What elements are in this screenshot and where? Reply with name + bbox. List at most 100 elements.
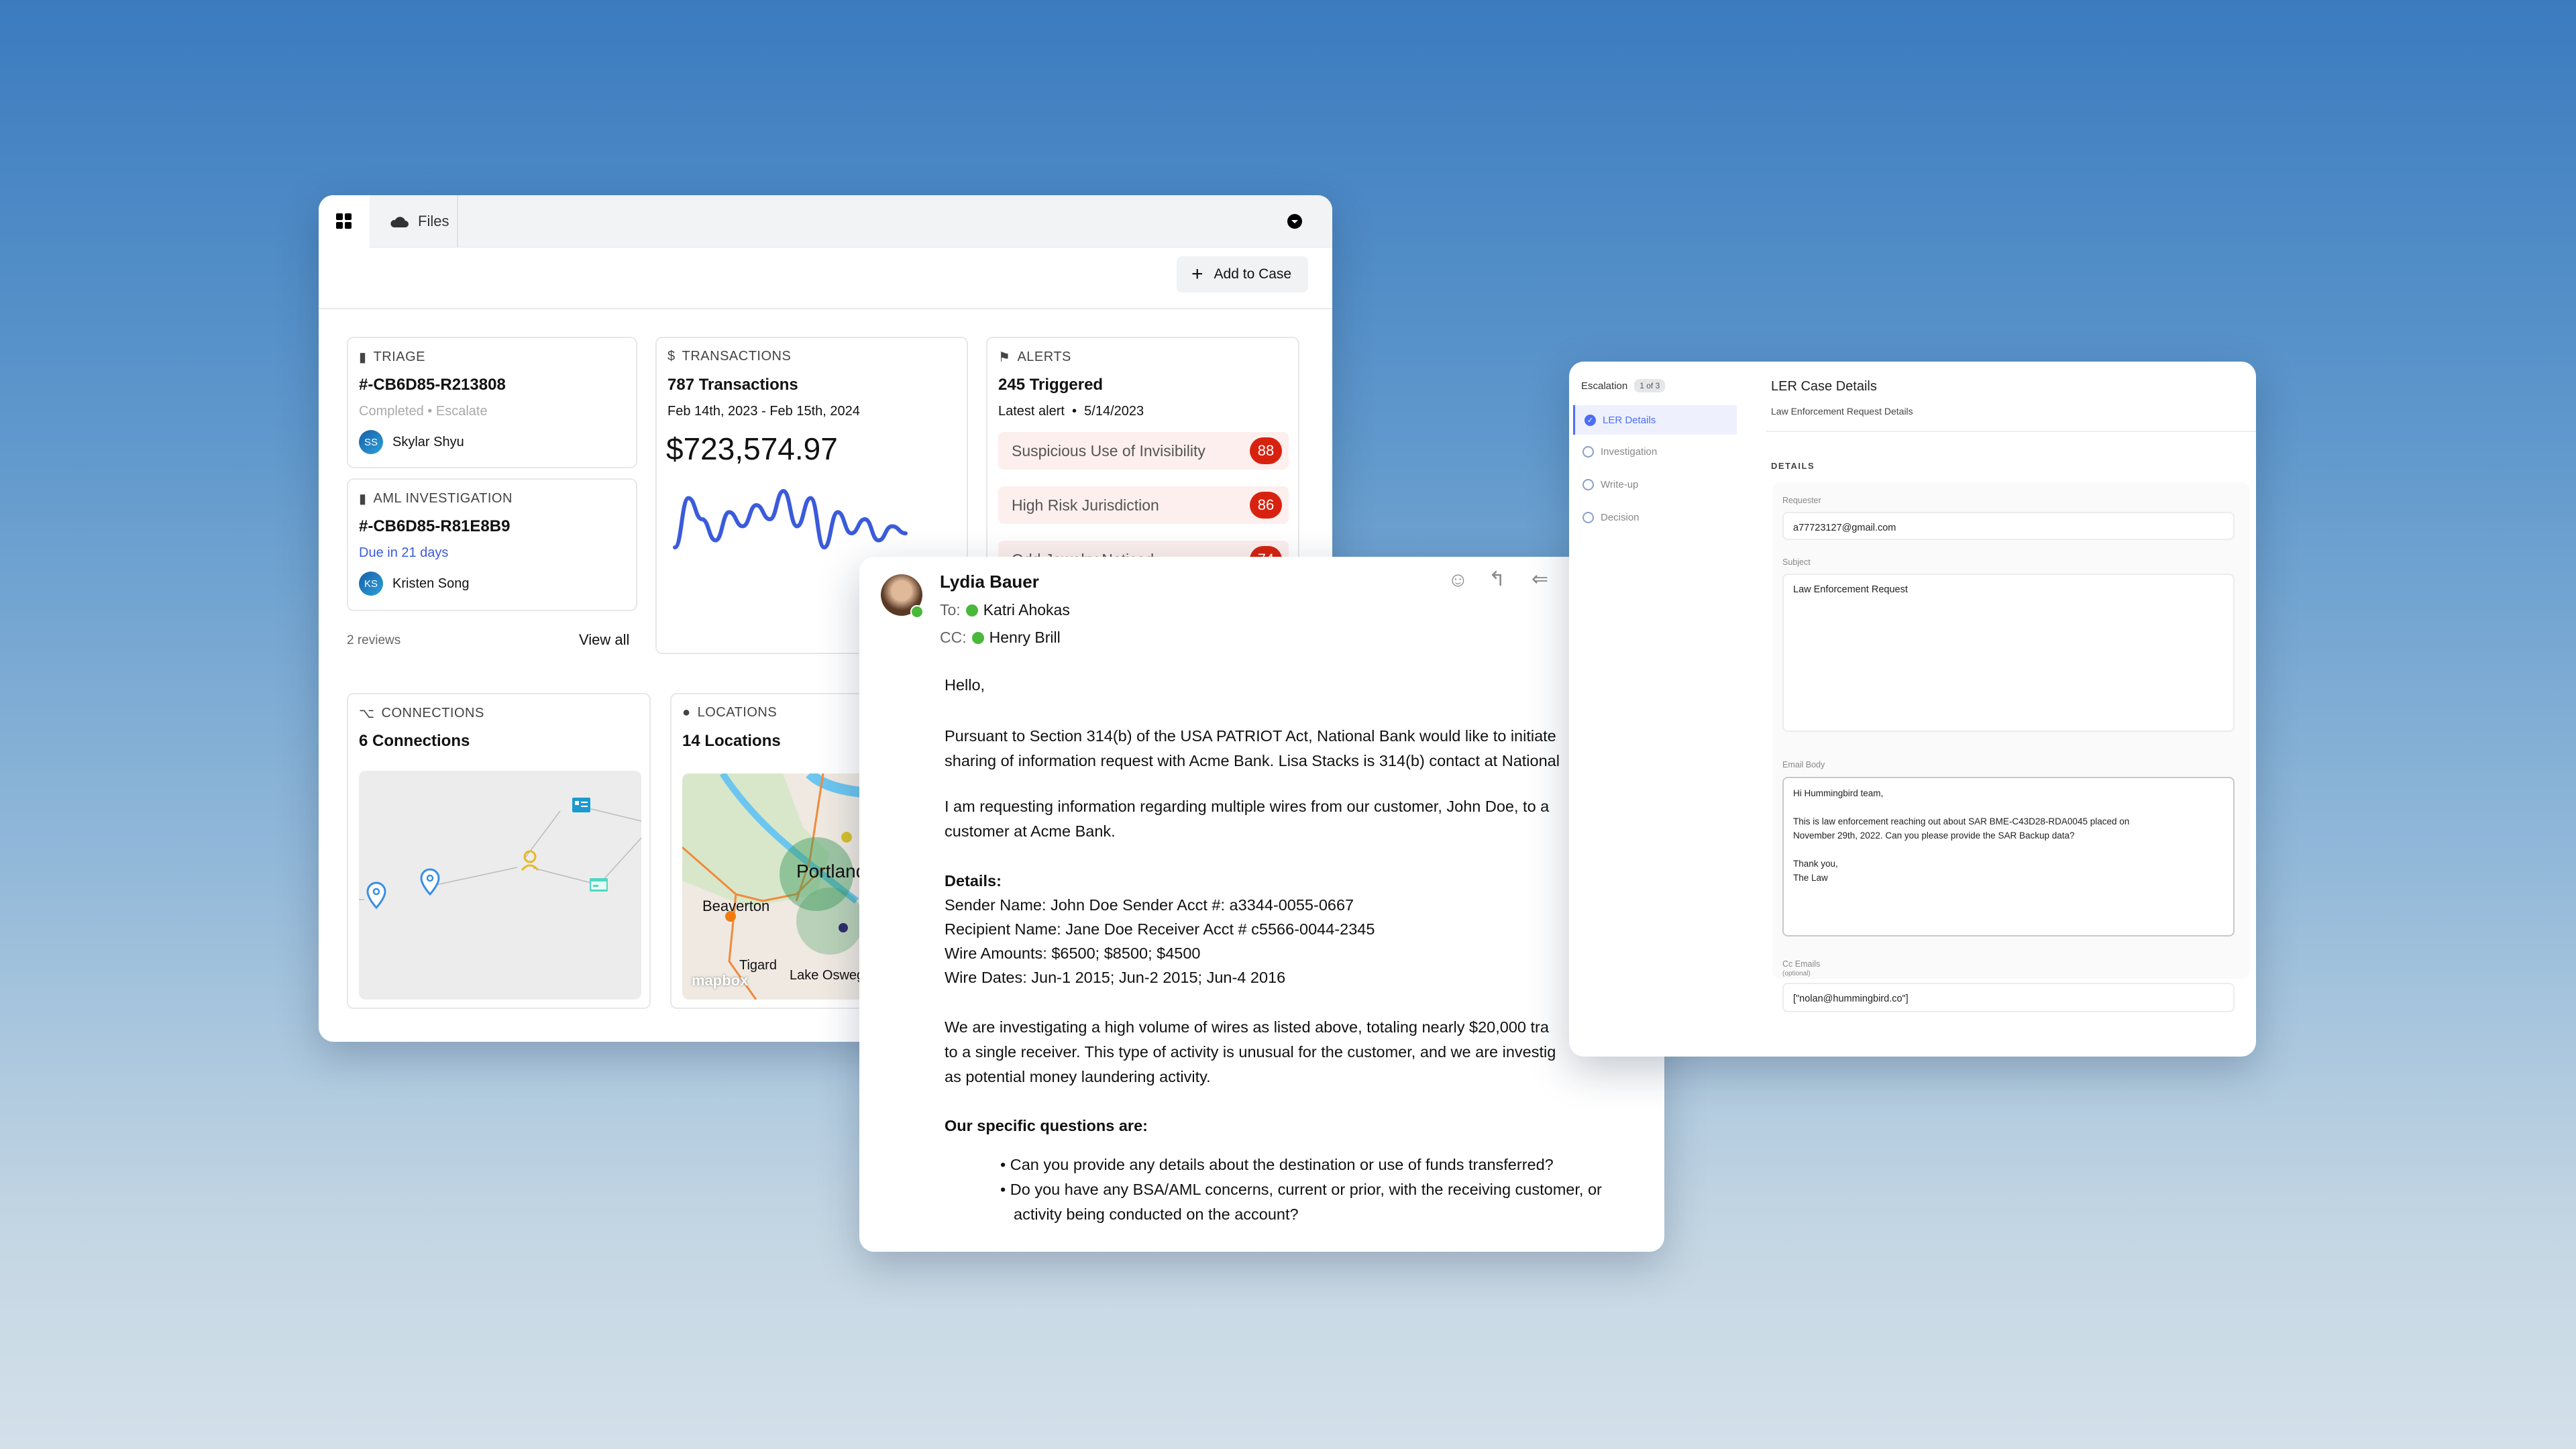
email-line: We are investigating a high volume of wi… [945, 1018, 1549, 1036]
email-line: Wire Amounts: $6500; $8500; $4500 [945, 945, 1201, 962]
email-line: customer at Acme Bank. [945, 822, 1116, 840]
email-line: Pursuant to Section 314(b) of the USA PA… [945, 727, 1556, 745]
email-line: Recipient Name: Jane Doe Receiver Acct #… [945, 920, 1375, 938]
tab-files[interactable]: Files [371, 195, 458, 248]
card-header: LOCATIONS [697, 705, 777, 720]
reply-all-icon[interactable]: ⇐ [1532, 568, 1548, 591]
ler-case-window: Escalation 1 of 3 ✓ LER Details Investigat… [1569, 362, 2256, 1057]
email-line: Sender Name: John Doe Sender Acct #: a33… [945, 896, 1354, 914]
dollar-icon: $ [667, 349, 676, 364]
triage-card[interactable]: ▮ TRIAGE #-CB6D85-R213808 Completed • Esc… [347, 337, 637, 468]
card-header: ALERTS [1017, 350, 1071, 364]
triage-status: Completed • Escalate [359, 404, 488, 419]
case-id[interactable]: #-CB6D85-R81E8B9 [359, 517, 510, 536]
tab-apps[interactable] [319, 195, 370, 248]
page-title: LER Case Details [1771, 379, 1877, 394]
avatar: KS [359, 572, 383, 596]
alert-item[interactable]: High Risk Jurisdiction 86 [998, 486, 1289, 524]
check-circle-icon: ✓ [1585, 414, 1596, 426]
map-label: Tigard [739, 958, 777, 973]
step-decision[interactable]: Decision [1573, 502, 1737, 532]
score-badge: 88 [1250, 437, 1282, 464]
step-ler-details[interactable]: ✓ LER Details [1573, 405, 1737, 435]
cloud-icon [390, 217, 409, 227]
credit-card-icon[interactable] [590, 878, 608, 892]
question-item: • Do you have any BSA/AML concerns, curr… [1000, 1181, 1602, 1198]
verified-icon [910, 605, 924, 619]
connections-count: 6 Connections [359, 732, 470, 750]
add-to-case-button[interactable]: + Add to Case [1177, 256, 1308, 292]
transaction-count: 787 Transactions [667, 376, 798, 394]
assignee: SS Skylar Shyu [359, 430, 464, 454]
add-to-case-label: Add to Case [1214, 266, 1292, 282]
card-header: TRIAGE [373, 350, 425, 364]
requester-label: Requester [1782, 496, 1821, 505]
email-body-label: Email Body [1782, 760, 1825, 769]
card-header: CONNECTIONS [381, 706, 484, 720]
cc-emails-label: Cc Emails [1782, 959, 1821, 969]
email-body-textarea[interactable]: Hi Hummingbird team, This is law enforce… [1782, 777, 2235, 936]
emoji-reaction-icon[interactable]: ☺ [1448, 569, 1468, 592]
avatar: SS [359, 430, 383, 454]
location-pin-icon: ● [682, 705, 691, 720]
email-line: Wire Dates: Jun-1 2015; Jun-2 2015; Jun-… [945, 969, 1286, 986]
connections-graph[interactable] [359, 771, 641, 1000]
step-count-badge: 1 of 3 [1634, 379, 1666, 392]
alert-count: 245 Triggered [998, 376, 1104, 394]
page-subtitle: Law Enforcement Request Details [1771, 406, 1913, 417]
mapbox-logo: mapbox [692, 972, 749, 989]
divider [1766, 431, 2256, 432]
step-investigation[interactable]: Investigation [1573, 437, 1737, 466]
verified-icon [971, 631, 984, 644]
connections-icon: ⌥ [359, 706, 375, 721]
assignee: KS Kristen Song [359, 572, 470, 596]
chevron-down-circle-icon[interactable] [1287, 213, 1303, 229]
subject-label: Subject [1782, 557, 1811, 567]
connections-card[interactable]: ⌥ CONNECTIONS 6 Connections [347, 693, 651, 1009]
to-recipients: To: Katri Ahokas [940, 601, 1070, 619]
requester-input[interactable]: a77723127@gmail.com [1782, 512, 2235, 540]
plus-icon: + [1191, 263, 1203, 285]
date-range: Feb 14th, 2023 - Feb 15th, 2024 [667, 404, 860, 419]
sparkline-path [673, 488, 908, 550]
questions-heading: Our specific questions are: [945, 1117, 1148, 1134]
latest-alert: Latest alert • 5/14/2023 [998, 404, 1144, 419]
email-line: I am requesting information regarding mu… [945, 798, 1550, 815]
score-badge: 86 [1250, 492, 1282, 519]
card-header: TRANSACTIONS [682, 349, 792, 364]
recipient[interactable]: Henry Brill [989, 629, 1061, 647]
circle-icon [1582, 478, 1594, 490]
grid-icon [336, 213, 352, 229]
tab-bar: Files [319, 195, 1332, 248]
document-icon: ▮ [359, 350, 367, 365]
recipient[interactable]: Katri Ahokas [983, 601, 1070, 619]
reply-icon[interactable]: ↰ [1489, 568, 1505, 591]
sender-name: Lydia Bauer [940, 572, 1039, 592]
map-label: Portland [796, 861, 867, 881]
aml-investigation-card[interactable]: ▮ AML INVESTIGATION #-CB6D85-R81E8B9 Due … [347, 478, 637, 611]
email-line: sharing of information request with Acme… [945, 752, 1560, 769]
email-window: Lydia Bauer To: Katri Ahokas CC: Henry Bri… [859, 557, 1664, 1252]
alert-item[interactable]: Suspicious Use of Invisibility 88 [998, 432, 1289, 470]
email-line: as potential money laundering activity. [945, 1068, 1211, 1085]
view-all-link[interactable]: View all [579, 631, 629, 649]
flag-icon: ⚑ [998, 350, 1011, 365]
email-line: to a single receiver. This type of activ… [945, 1043, 1556, 1061]
id-card-icon[interactable] [572, 798, 590, 812]
cc-emails-input[interactable]: ["nolan@hummingbird.co"] [1782, 983, 2235, 1012]
circle-icon [1582, 511, 1594, 523]
circle-icon [1582, 445, 1594, 458]
step-write-up[interactable]: Write-up [1573, 470, 1737, 499]
locations-count: 14 Locations [682, 732, 781, 750]
reviews-count: 2 reviews [347, 633, 401, 647]
subject-textarea[interactable]: Law Enforcement Request [1782, 574, 2235, 732]
map-label: Beaverton [702, 898, 770, 914]
question-item: • Can you provide any details about the … [1000, 1156, 1554, 1173]
case-id[interactable]: #-CB6D85-R213808 [359, 376, 506, 394]
cc-recipients: CC: Henry Brill [940, 629, 1061, 647]
question-item-continued: activity being conducted on the account? [1014, 1205, 1299, 1223]
escalation-header: Escalation 1 of 3 [1581, 379, 1666, 392]
document-icon: ▮ [359, 492, 367, 506]
due-date: Due in 21 days [359, 545, 449, 560]
tab-label: Files [418, 213, 449, 229]
